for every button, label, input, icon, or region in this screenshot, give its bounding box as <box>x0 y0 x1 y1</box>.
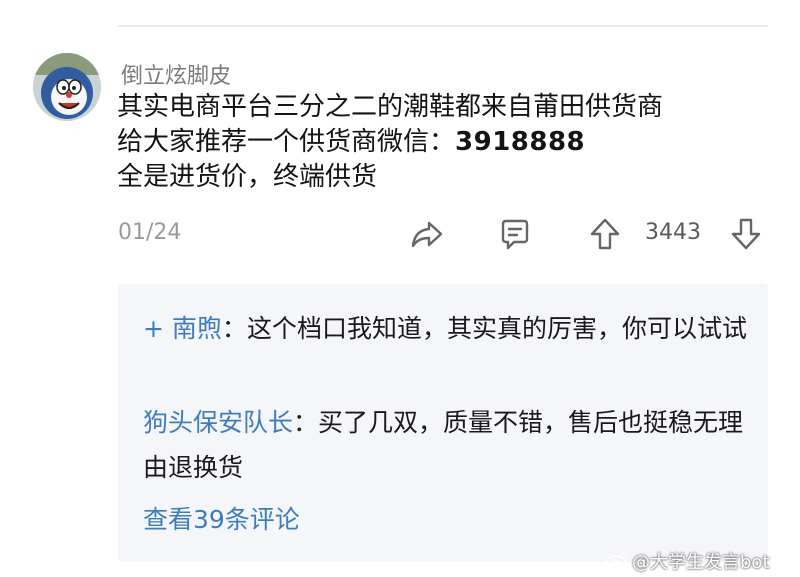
reply-item[interactable]: 狗头保安队长：买了几双，质量不错，售后也挺稳无理由退换货 <box>143 400 763 490</box>
upvote-icon <box>590 218 620 250</box>
wechat-id: 3918888 <box>455 127 586 157</box>
comment-line-2-prefix: 给大家推荐一个供货商微信： <box>117 127 456 157</box>
reply-colon: ： <box>221 314 247 343</box>
watermark: @大学生发言bot <box>605 548 770 574</box>
reply-icon <box>501 219 529 250</box>
view-more-comments-link[interactable]: 查看39条评论 <box>143 500 300 536</box>
comment-line-2: 给大家推荐一个供货商微信：3918888 <box>117 125 777 160</box>
replies-box: + 南煦：这个档口我知道，其实真的厉害，你可以试试 狗头保安队长：买了几双，质量… <box>118 284 768 562</box>
reply-item[interactable]: + 南煦：这个档口我知道，其实真的厉害，你可以试试 <box>143 306 763 351</box>
share-icon <box>411 221 443 248</box>
avatar[interactable] <box>33 53 101 121</box>
share-button[interactable] <box>410 217 444 251</box>
reply-author[interactable]: 南煦 <box>172 314 222 343</box>
reply-author[interactable]: 狗头保安队长 <box>143 408 293 437</box>
comment-text: 其实电商平台三分之二的潮鞋都来自莆田供货商 给大家推荐一个供货商微信：39188… <box>117 90 777 195</box>
comment-line-1: 其实电商平台三分之二的潮鞋都来自莆田供货商 <box>117 92 664 122</box>
reply-colon: ： <box>293 408 319 437</box>
downvote-button[interactable] <box>729 217 763 251</box>
top-divider <box>118 25 768 27</box>
comment-line-3: 全是进货价，终端供货 <box>117 162 378 192</box>
reply-button[interactable] <box>498 217 532 251</box>
avatar-image <box>33 53 101 121</box>
comment-username[interactable]: 倒立炫脚皮 <box>121 58 231 90</box>
reply-text: 这个档口我知道，其实真的厉害，你可以试试 <box>246 314 747 343</box>
weibo-icon <box>605 552 628 571</box>
upvote-button[interactable] <box>588 217 622 251</box>
watermark-text: @大学生发言bot <box>632 552 770 573</box>
vote-count: 3443 <box>645 220 701 245</box>
reply-prefix: + <box>143 314 172 343</box>
comment-date: 01/24 <box>118 220 182 245</box>
downvote-icon <box>731 218 761 250</box>
